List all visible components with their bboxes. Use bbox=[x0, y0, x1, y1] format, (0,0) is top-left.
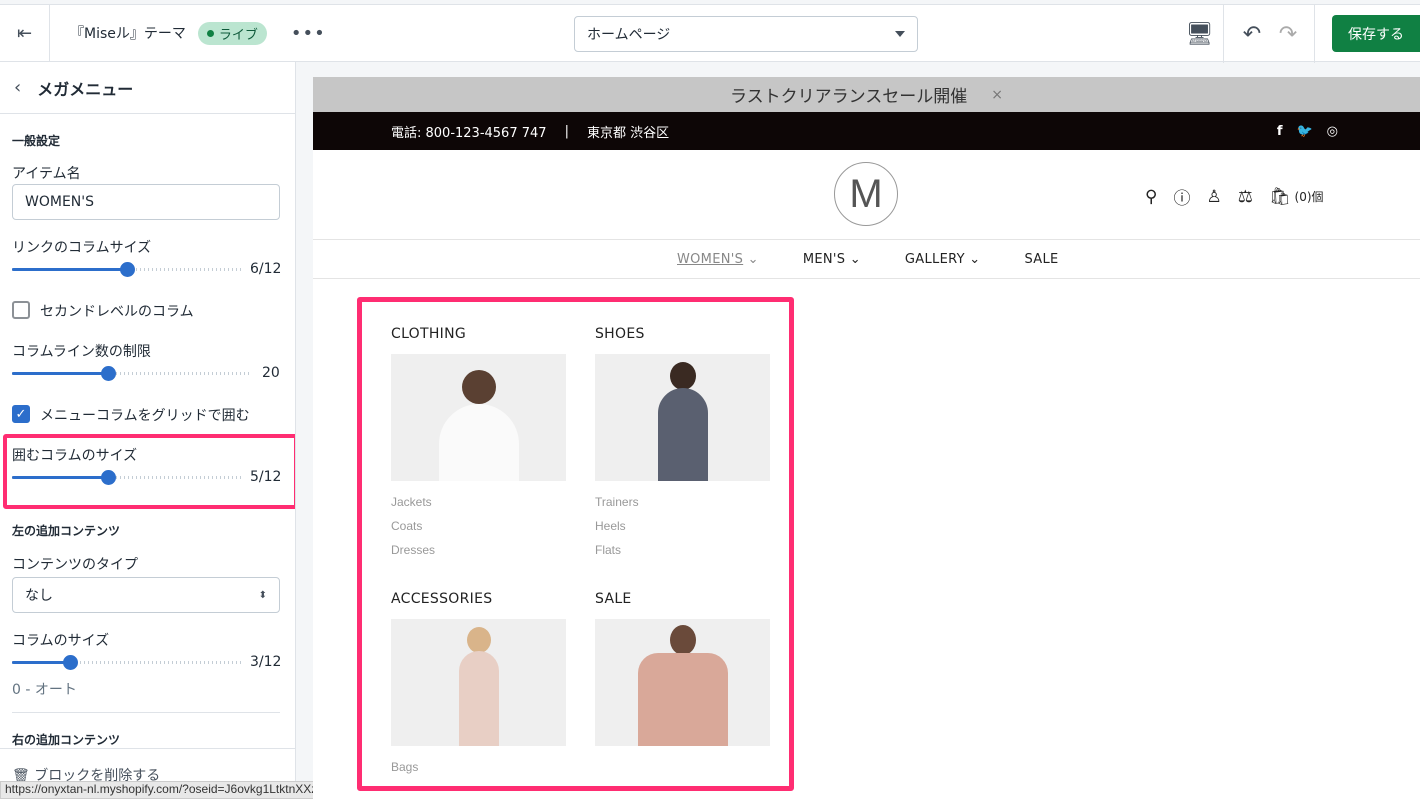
slider-value: 5/12 bbox=[250, 469, 282, 485]
redo-icon[interactable]: ↷ bbox=[1272, 5, 1304, 63]
nav-gallery[interactable]: GALLERY ⌄ bbox=[905, 252, 981, 267]
theme-name: 『Miseル』テーマ bbox=[70, 26, 186, 42]
cart-icon[interactable]: 🛍 bbox=[1269, 187, 1291, 207]
twitter-icon[interactable]: 🐦 bbox=[1296, 124, 1312, 139]
wrap-col-slider[interactable]: 5/12 bbox=[12, 468, 282, 488]
mega-menu: CLOTHING Jackets Coats Dresses SHOES Tra… bbox=[357, 297, 794, 791]
menu-link[interactable]: Heels bbox=[595, 519, 770, 533]
separator: | bbox=[564, 123, 569, 139]
general-heading: 一般設定 bbox=[12, 134, 61, 148]
slider-value: 6/12 bbox=[250, 261, 282, 277]
page-select[interactable]: ホームページ bbox=[574, 16, 918, 52]
account-icon[interactable]: ♙ bbox=[1206, 187, 1221, 207]
store-preview: ラストクリアランスセール開催 × 電話: 800-123-4567 747 | 東… bbox=[313, 77, 1420, 799]
menu-link[interactable]: Flats bbox=[595, 543, 770, 557]
search-icon[interactable]: ⚲ bbox=[1145, 187, 1157, 207]
menu-link[interactable]: Bags bbox=[391, 760, 566, 774]
content-type-select[interactable]: なし ⬍ bbox=[12, 577, 280, 613]
panel-title: メガメニュー bbox=[37, 79, 134, 99]
status-badge: ライブ bbox=[197, 21, 267, 45]
store-header: M ⚲ ⓘ ♙ ⚖ 🛍 (0)個 bbox=[313, 150, 1420, 240]
more-actions-button[interactable]: ••• bbox=[291, 23, 326, 44]
col-line-slider[interactable]: 20 bbox=[12, 364, 280, 384]
exit-icon[interactable]: ⇤ bbox=[0, 5, 50, 61]
accessories-image[interactable] bbox=[391, 619, 566, 746]
col-size-slider[interactable]: 3/12 bbox=[12, 653, 282, 673]
nav-womens[interactable]: WOMEN'S ⌄ bbox=[677, 252, 759, 267]
link-col-label: リンクのコラムサイズ bbox=[12, 240, 152, 256]
column-title[interactable]: ACCESSORIES bbox=[391, 591, 566, 607]
divider bbox=[0, 748, 295, 749]
main-nav: WOMEN'S ⌄ MEN'S ⌄ GALLERY ⌄ SALE bbox=[313, 240, 1420, 279]
nav-mens[interactable]: MEN'S ⌄ bbox=[803, 252, 861, 267]
item-name-label: アイテム名 bbox=[12, 166, 81, 182]
content-type-label: コンテンツのタイプ bbox=[12, 557, 138, 573]
sale-image[interactable] bbox=[595, 619, 770, 746]
nav-sale[interactable]: SALE bbox=[1024, 252, 1058, 267]
info-bar: 電話: 800-123-4567 747 | 東京都 渋谷区 f 🐦 ◎ bbox=[313, 112, 1420, 150]
divider bbox=[12, 712, 280, 713]
menu-column: ACCESSORIES Bags bbox=[391, 591, 566, 784]
menu-column: SHOES Trainers Heels Flats bbox=[595, 326, 770, 567]
close-icon[interactable]: × bbox=[991, 87, 1003, 103]
location: 東京都 渋谷区 bbox=[586, 125, 670, 141]
instagram-icon[interactable]: ◎ bbox=[1327, 124, 1338, 139]
settings-sidebar: ‹ メガメニュー 一般設定 アイテム名 WOMEN'S リンクのコラムサイズ 6/… bbox=[0, 62, 296, 799]
col-size-label: コラムのサイズ bbox=[12, 633, 110, 649]
wrap-col-label: 囲むコラムのサイズ bbox=[12, 448, 138, 464]
menu-column: CLOTHING Jackets Coats Dresses bbox=[391, 326, 566, 567]
second-level-checkbox[interactable] bbox=[12, 301, 30, 319]
back-icon[interactable]: ‹ bbox=[14, 77, 21, 98]
phone: 電話: 800-123-4567 747 bbox=[391, 125, 547, 141]
col-line-label: コラムライン数の制限 bbox=[12, 344, 151, 360]
slider-value: 3/12 bbox=[250, 654, 282, 670]
menu-link[interactable]: Trainers bbox=[595, 495, 770, 509]
store-logo[interactable]: M bbox=[834, 162, 898, 226]
announcement-bar: ラストクリアランスセール開催 × bbox=[313, 77, 1420, 112]
grid-label: メニューコラムをグリッドで囲む bbox=[40, 408, 250, 424]
select-arrows-icon: ⬍ bbox=[258, 589, 267, 601]
save-button[interactable]: 保存する bbox=[1332, 15, 1420, 52]
menu-column: SALE bbox=[595, 591, 770, 760]
shoes-image[interactable] bbox=[595, 354, 770, 481]
column-title[interactable]: CLOTHING bbox=[391, 326, 566, 342]
menu-link[interactable]: Coats bbox=[391, 519, 566, 533]
divider bbox=[1314, 5, 1315, 63]
cart-count[interactable]: (0)個 bbox=[1295, 188, 1324, 205]
second-level-label: セカンドレベルのコラム bbox=[40, 304, 194, 320]
facebook-icon[interactable]: f bbox=[1277, 124, 1283, 139]
right-content-heading: 右の追加コンテンツ bbox=[12, 733, 121, 747]
clothing-image[interactable] bbox=[391, 354, 566, 481]
link-col-slider[interactable]: 6/12 bbox=[12, 260, 282, 280]
slider-value: 20 bbox=[262, 365, 280, 381]
editor-topbar: ⇤ 『Miseル』テーマ ライブ ••• ホームページ 🖥 ↶ ↷ 保存する bbox=[0, 4, 1420, 63]
help-icon[interactable]: ⓘ bbox=[1173, 184, 1190, 209]
column-title[interactable]: SALE bbox=[595, 591, 770, 607]
item-name-input[interactable]: WOMEN'S bbox=[12, 184, 280, 220]
column-title[interactable]: SHOES bbox=[595, 326, 770, 342]
chevron-down-icon bbox=[895, 31, 905, 37]
col-size-hint: 0 - オート bbox=[12, 682, 77, 698]
desktop-view-icon[interactable]: 🖥 bbox=[1176, 5, 1224, 63]
menu-link[interactable]: Dresses bbox=[391, 543, 566, 557]
compare-icon[interactable]: ⚖ bbox=[1238, 187, 1253, 207]
left-content-heading: 左の追加コンテンツ bbox=[12, 524, 121, 538]
grid-checkbox[interactable]: ✓ bbox=[12, 405, 30, 423]
undo-icon[interactable]: ↶ bbox=[1236, 5, 1268, 63]
menu-link[interactable]: Jackets bbox=[391, 495, 566, 509]
